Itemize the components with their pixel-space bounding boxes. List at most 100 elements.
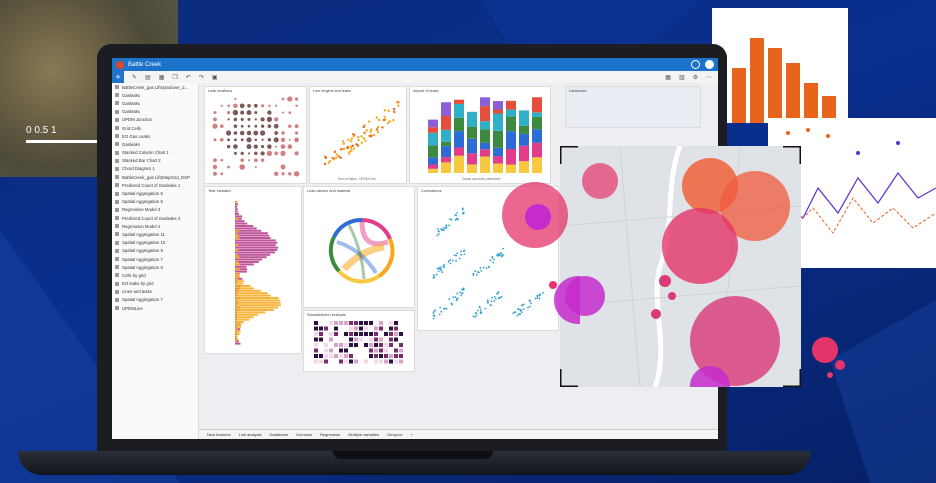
leak-point [240,138,244,142]
card-line-lengths[interactable]: Line lengths and leaks Sum of Miles - UP… [309,86,407,184]
sidebar-dataset-item[interactable]: Stacked Column Chart 1 [112,149,198,157]
x-axis-label: Sum of Miles - UPDM Line [338,177,376,181]
sidebar-dataset-item[interactable]: Spatial Aggregation 7 [112,255,198,263]
save-icon[interactable]: ▣ [212,74,218,81]
page-tab[interactable]: Domains [296,432,312,437]
sidebar-dataset-item[interactable]: Gasleaks [112,91,198,99]
settings-icon[interactable]: ⚙ [693,74,698,81]
scatter-point [352,134,355,138]
histogram-bar [235,258,263,261]
sidebar-dataset-item[interactable]: Gasleaks [112,99,198,107]
correlation-point [474,316,476,318]
leak-point [294,151,299,156]
correlation-point [475,312,478,315]
sidebar-dataset-item[interactable]: Grid Cells [112,124,198,132]
card-standardized-residuals[interactable]: Standardized residuals [303,310,415,372]
leak-point [288,124,292,128]
residual-cell [314,359,318,364]
page-tab[interactable]: Dataframe [269,432,288,437]
residual-cell [359,321,363,325]
sidebar-dataset-item[interactable]: Gasleaks [112,140,198,148]
stacked-bar-segment [454,117,464,132]
copy-icon[interactable]: ❐ [172,74,177,81]
pen-icon[interactable]: ✎ [132,74,137,81]
sidebar-dataset-item[interactable]: Regression Model 2 [112,222,198,230]
page-tab[interactable]: + [410,432,412,437]
residual-cell [379,359,383,364]
residual-cell [374,359,378,364]
correlation-point [463,253,466,256]
stacked-bar-segment [454,103,464,118]
redo-icon[interactable]: ↷ [199,74,204,81]
sidebar-dataset-item[interactable]: Spatial Aggregation 8 [112,263,198,271]
sidebar-dataset-item[interactable]: UPDMLine [112,304,198,312]
sidebar-dataset-item[interactable]: Chord Diagram 1 [112,165,198,173]
leak-point [212,123,218,129]
page-tab[interactable]: Regression [320,432,340,437]
leak-point [260,130,266,136]
sidebar-dataset-item[interactable]: BattleCreek_gas Lift(MapGrid_DSP [112,173,198,181]
sidebar-dataset-item[interactable]: UPDM Junction [112,116,198,124]
sidebar-dataset-item[interactable]: Lines and leaks [112,288,198,296]
sidebar-dataset-item[interactable]: Regression Model 3 [112,206,198,214]
card-impact-of-leaks[interactable]: Impact of leaks Cause and work performed [409,86,551,184]
layers-icon[interactable]: ▤ [145,74,151,81]
grid-icon[interactable]: ▥ [679,74,685,81]
sidebar-dataset-item[interactable]: Gasleaks [112,108,198,116]
card-year-installed[interactable]: Year installed [204,186,302,354]
sidebar-dataset-item[interactable]: Spatial Aggregation 11 [112,230,198,238]
sidebar-dataset-item[interactable]: Cells by grid [112,271,198,279]
card-leak-locations[interactable]: Leak locations [204,86,307,184]
stacked-bar-segment [454,99,464,104]
histogram-bar [235,328,238,331]
scatter-point [360,141,364,144]
add-button[interactable]: + [112,71,124,83]
layout-icon[interactable]: ▦ [665,74,671,81]
sidebar-dataset-item[interactable]: Spatial Aggregation 6 [112,189,198,197]
page-tab[interactable]: New features [207,432,231,437]
sidebar-dataset-item[interactable]: BattleCreek_gas Lifts(andover_2... [112,83,198,91]
correlation-point [493,258,495,261]
sidebar-dataset-item[interactable]: Spatial Aggregation 10 [112,239,198,247]
dataset-icon [115,85,119,90]
leak-point [254,151,258,156]
sidebar-dataset-item[interactable]: EO Gas Leaks [112,132,198,140]
sidebar-dataset-item[interactable]: Predicted Count of Gasleaks 1 [112,181,198,189]
leak-point [275,145,278,148]
leak-point [280,164,286,170]
correlation-point [434,309,437,312]
sidebar-item-label: Spatial Aggregation 9 [122,248,163,254]
page-tab[interactable]: Link analysis [239,432,262,437]
page-tab[interactable]: Geoproc [387,432,402,437]
page-tab[interactable]: Multiple variables [348,432,379,437]
background-bar-chart [712,8,848,123]
help-icon[interactable] [691,60,700,69]
residual-cell [369,332,373,336]
card-leak-causes[interactable]: Leak causes and material [303,186,415,308]
correlation-point [458,257,461,260]
chord-diagram [328,217,395,284]
dataset-icon [115,175,119,180]
dataset-icon [115,273,119,278]
stacked-bar-segment [467,126,477,139]
sidebar-dataset-item[interactable]: EO leaks by grid [112,280,198,288]
more-icon[interactable]: ⋯ [706,74,712,81]
table-icon[interactable]: ▦ [159,74,165,81]
leak-point [288,111,292,114]
sidebar-dataset-item[interactable]: Spatial Aggregation 9 [112,247,198,255]
sidebar-dataset-item[interactable]: Spatial Aggregation 7 [112,296,198,304]
residual-cell [329,321,333,325]
card-landcover[interactable]: Landcover [565,86,701,128]
sidebar-dataset-item[interactable]: Stacked Bar Chart 2 [112,157,198,165]
sidebar-dataset-item[interactable]: Predicted Count of Gasleaks 3 [112,214,198,222]
scatter-point [349,146,353,150]
sidebar-dataset-item[interactable]: Spatial Aggregation 5 [112,198,198,206]
user-avatar[interactable] [705,60,714,69]
stacked-bar-segment [480,106,490,122]
residual-cell [394,321,398,325]
residual-cell [389,326,393,331]
undo-icon[interactable]: ↶ [186,74,191,81]
residual-cell [329,354,333,358]
residual-cell [324,326,328,331]
scatter-point [392,119,395,122]
